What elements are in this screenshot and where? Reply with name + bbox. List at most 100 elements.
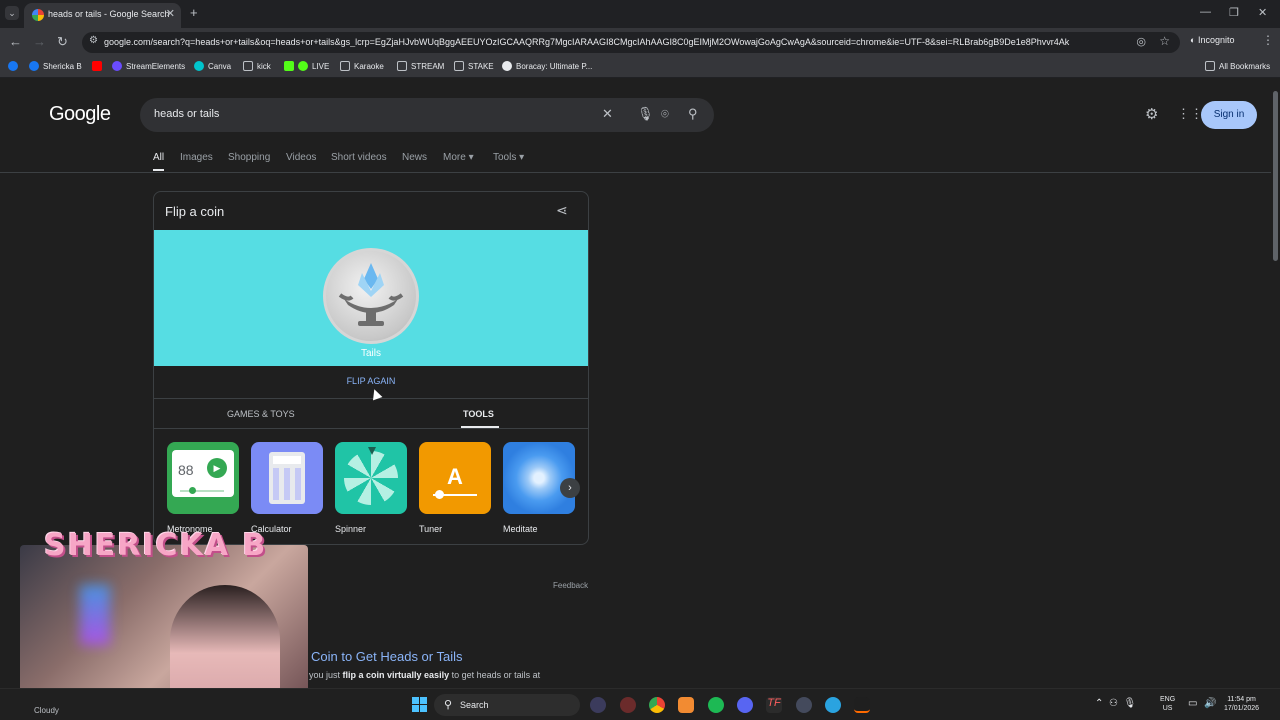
clock[interactable]: 11:54 pm 17/01/2026 <box>1224 695 1259 713</box>
telegram-icon[interactable] <box>825 697 841 713</box>
language-line: US <box>1162 705 1173 712</box>
browser-tab[interactable]: heads or tails - Google Search ✕ <box>24 3 181 28</box>
bookmark-star-icon[interactable]: ☆ <box>1159 34 1170 48</box>
app-icon[interactable] <box>678 697 694 713</box>
coin-area[interactable]: Tails <box>154 230 588 366</box>
app-icon[interactable] <box>854 697 870 713</box>
tool-calculator[interactable]: Calculator <box>251 442 323 534</box>
folder-icon <box>1205 61 1215 71</box>
bookmark-item[interactable]: Canva <box>194 61 231 71</box>
app-icon[interactable] <box>620 697 636 713</box>
tab-videos[interactable]: Videos <box>286 152 316 163</box>
tab-shopping[interactable]: Shopping <box>228 152 270 163</box>
tab-short-videos[interactable]: Short videos <box>331 152 387 163</box>
tab-tools[interactable]: Tools ▾ <box>493 152 524 163</box>
taskbar-search[interactable]: ⚲ Search <box>434 694 580 716</box>
taskbar: Cloudy ⚲ Search TF ⌃ ⚇ 🎙 ENG US ▭ 🔊 11:54… <box>0 688 1280 720</box>
microphone-icon[interactable]: 🎙 <box>637 106 654 122</box>
address-bar[interactable]: ⚙ google.com/search?q=heads+or+tails&oq=… <box>82 32 1180 53</box>
bookmark-label: StreamElements <box>126 62 186 71</box>
bookmark-item[interactable]: kick <box>243 61 271 71</box>
share-icon[interactable]: ⋖ <box>556 202 568 219</box>
chevron-right-icon[interactable]: › <box>560 478 580 498</box>
app-icon[interactable]: TF <box>766 697 782 713</box>
clear-icon[interactable]: ✕ <box>602 106 613 122</box>
search-box[interactable]: heads or tails ✕ 🎙 ⌾ ⚲ <box>140 98 714 132</box>
caret-down-icon: ▾ <box>468 152 474 163</box>
webcam-overlay <box>20 545 308 709</box>
volume-icon[interactable]: 🔊 <box>1204 698 1216 709</box>
tuner-note: A <box>447 464 463 489</box>
all-bookmarks[interactable]: All Bookmarks <box>1205 61 1270 71</box>
bookmark-item[interactable]: STREAM <box>397 61 444 71</box>
clock-time: 11:54 pm <box>1227 696 1256 703</box>
google-logo[interactable]: Google <box>49 103 111 126</box>
app-icon[interactable] <box>590 697 606 713</box>
tool-label: Spinner <box>335 524 367 534</box>
tab-more[interactable]: More ▾ <box>443 152 474 163</box>
sign-in-button[interactable]: Sign in <box>1201 101 1257 129</box>
settings-gear-icon[interactable]: ⚙ <box>1145 105 1158 123</box>
bookmark-label: Canva <box>208 62 232 71</box>
tab-news[interactable]: News <box>402 152 427 163</box>
weather-widget[interactable]: Cloudy <box>34 706 59 715</box>
search-icon[interactable]: ⚲ <box>688 106 698 122</box>
tab-games-and-toys[interactable]: GAMES & TOYS <box>227 409 295 419</box>
streamer-name-overlay: SHERICKA B <box>44 528 268 563</box>
result-title-link[interactable]: Coin to Get Heads or Tails <box>311 649 463 664</box>
tab-tools-category[interactable]: TOOLS <box>463 409 494 419</box>
close-tab-icon[interactable]: ✕ <box>166 7 175 20</box>
spotify-icon[interactable] <box>708 697 724 713</box>
system-tray[interactable]: ⌃ ⚇ 🎙 <box>1095 698 1136 709</box>
minimize-icon[interactable]: — <box>1200 6 1211 18</box>
bookmark-item[interactable]: STAKE <box>454 61 494 71</box>
site-info-icon[interactable]: ⚙ <box>89 35 98 46</box>
discord-icon[interactable] <box>737 697 753 713</box>
coin[interactable] <box>323 248 419 344</box>
kick-icon <box>284 61 294 71</box>
lens-icon[interactable]: ⌾ <box>661 106 669 122</box>
close-window-icon[interactable]: ✕ <box>1258 6 1267 19</box>
snippet-bold: flip a coin virtually easily <box>342 670 450 680</box>
bookmark-item[interactable]: LIVE <box>284 61 329 71</box>
back-icon[interactable]: ← <box>9 34 22 49</box>
meditate-icon <box>503 442 575 514</box>
bookmark-item[interactable]: StreamElements <box>112 61 185 71</box>
feedback-link[interactable]: Feedback <box>553 581 588 590</box>
new-tab-icon[interactable]: + <box>190 5 198 20</box>
restore-icon[interactable]: ❐ <box>1229 6 1239 19</box>
bookmark-item[interactable]: Karaoke <box>340 61 384 71</box>
scrollbar-thumb[interactable] <box>1273 91 1278 261</box>
taskbar-search-label: Search <box>460 700 489 710</box>
coin-flip-card: Flip a coin ⋖ Tails FLIP AGAIN GAMES & T… <box>153 191 589 545</box>
app-icon[interactable] <box>796 697 812 713</box>
card-title: Flip a coin <box>165 204 225 219</box>
display-icon[interactable]: ▭ <box>1188 698 1197 709</box>
youtube-bookmark-icon[interactable] <box>92 61 106 71</box>
incognito-indicator[interactable]: ◐ Incognito <box>1190 35 1234 45</box>
facebook-bookmark-icon[interactable] <box>8 61 22 71</box>
tab-all[interactable]: All <box>153 152 164 163</box>
forward-icon[interactable]: → <box>33 34 46 49</box>
tracking-protection-icon[interactable]: ◎ <box>1136 35 1146 48</box>
chrome-icon[interactable] <box>649 697 665 713</box>
divider <box>0 172 1280 173</box>
tool-spinner[interactable]: Spinner <box>335 442 407 534</box>
reload-icon[interactable]: ↻ <box>57 34 68 50</box>
bookmark-item[interactable]: Boracay: Ultimate P... <box>502 61 592 71</box>
bookmark-label: Boracay: Ultimate P... <box>516 62 593 71</box>
language-indicator[interactable]: ENG US <box>1160 695 1175 713</box>
folder-icon <box>243 61 253 71</box>
tool-tuner[interactable]: A Tuner <box>419 442 491 534</box>
tab-search-button[interactable]: ⌄ <box>5 6 19 20</box>
flip-again-button[interactable]: FLIP AGAIN <box>154 376 588 386</box>
browser-menu-icon[interactable]: ⋮ <box>1262 33 1274 47</box>
tab-more-label: More <box>443 152 466 163</box>
tab-images[interactable]: Images <box>180 152 213 163</box>
language-line: ENG <box>1160 696 1176 703</box>
search-input[interactable]: heads or tails <box>154 108 219 120</box>
bookmark-item[interactable]: Shericka B <box>29 61 82 71</box>
spinner-icon <box>335 442 407 514</box>
tool-metronome[interactable]: 88 ▶ Metronome <box>167 442 239 534</box>
windows-start-icon[interactable] <box>412 697 427 712</box>
